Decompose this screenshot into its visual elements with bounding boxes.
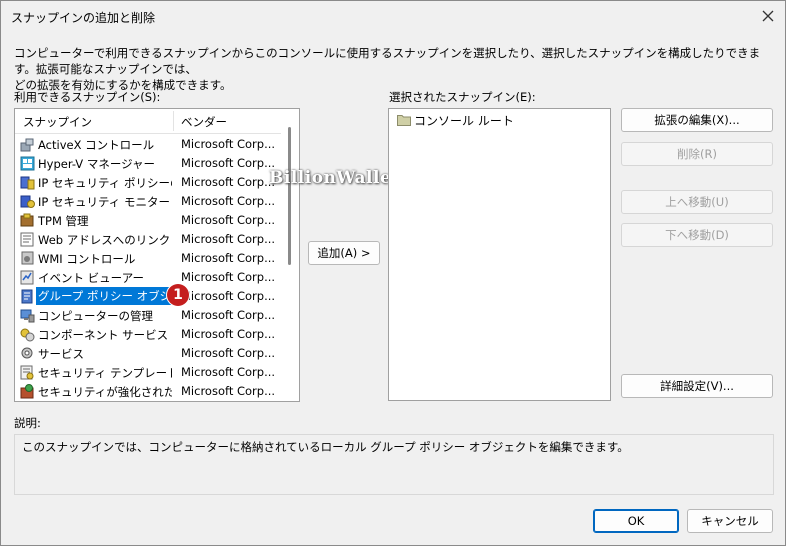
snapin-name: セキュリティが強化された ... <box>38 385 172 399</box>
snapin-row[interactable]: IP セキュリティ ポリシーの管... Microsoft Corp... <box>15 173 281 192</box>
snapin-name: WMI コントロール <box>38 252 136 266</box>
snapin-name: サービス <box>38 347 84 361</box>
snapin-name: Hyper-V マネージャー <box>38 157 156 171</box>
snapin-dialog: スナップインの追加と削除 コンピューターで利用できるスナップインからこのコンソー… <box>0 0 786 546</box>
ok-button[interactable]: OK <box>593 509 679 533</box>
add-button[interactable]: 追加(A) > <box>308 241 380 265</box>
move-down-button[interactable]: 下へ移動(D) <box>621 223 773 247</box>
available-snapins-list[interactable]: スナップイン ベンダー ActiveX コントロール Microsoft Corp… <box>14 108 300 402</box>
snapin-name: コンポーネント サービス <box>38 328 169 342</box>
firewall-icon <box>20 384 35 399</box>
snapin-row[interactable]: Web アドレスへのリンク Microsoft Corp... <box>15 230 281 249</box>
snapin-name: IP セキュリティ モニター <box>38 195 170 209</box>
console-root-label: コンソール ルート <box>414 114 514 128</box>
move-up-button[interactable]: 上へ移動(U) <box>621 190 773 214</box>
description-box: このスナップインでは、コンピューターに格納されているローカル グループ ポリシー… <box>14 434 774 495</box>
snapin-name: ActiveX コントロール <box>38 138 155 152</box>
snapin-vendor: Microsoft Corp... <box>181 137 276 151</box>
snapin-vendor: Microsoft Corp... <box>181 251 276 265</box>
snapin-vendor: Microsoft Corp... <box>181 346 276 360</box>
snapin-vendor: Microsoft Corp... <box>181 213 276 227</box>
snapin-vendor: Microsoft Corp... <box>181 175 276 189</box>
snapin-row[interactable]: グループ ポリシー オブジェク... Microsoft Corp... <box>15 287 281 306</box>
title-bar: スナップインの追加と削除 <box>1 1 785 31</box>
snapin-name: Web アドレスへのリンク <box>38 233 171 247</box>
annotation-badge: 1 <box>167 284 189 306</box>
snapin-vendor: Microsoft Corp... <box>181 384 276 398</box>
snapin-row[interactable]: IP セキュリティ モニター Microsoft Corp... <box>15 192 281 211</box>
snapin-row[interactable]: セキュリティ テンプレート Microsoft Corp... <box>15 363 281 382</box>
security-template-icon <box>20 365 35 380</box>
snapin-vendor: Microsoft Corp... <box>181 327 276 341</box>
description-text: このスナップインでは、コンピューターに格納されているローカル グループ ポリシー… <box>22 440 629 454</box>
services-icon <box>20 346 35 361</box>
component-services-icon <box>20 327 35 342</box>
window-title: スナップインの追加と削除 <box>11 11 156 25</box>
snapin-name: セキュリティ テンプレート <box>38 366 172 380</box>
column-header-vendor[interactable]: ベンダー <box>181 114 227 130</box>
snapin-rows: ActiveX コントロール Microsoft Corp... Hyper-V マ… <box>15 135 281 401</box>
event-viewer-icon <box>20 270 35 285</box>
snapin-name: コンピューターの管理 <box>38 309 153 323</box>
intro-text: コンピューターで利用できるスナップインからこのコンソールに使用するスナップインを… <box>14 45 774 93</box>
cancel-button[interactable]: キャンセル <box>687 509 773 533</box>
column-header-snapin[interactable]: スナップイン <box>23 114 92 130</box>
close-button[interactable] <box>755 4 781 28</box>
selected-snapins-list[interactable]: コンソール ルート <box>388 108 611 401</box>
folder-icon <box>397 115 411 126</box>
list-scrollbar[interactable] <box>282 109 298 401</box>
activex-icon <box>20 137 35 152</box>
snapin-name: TPM 管理 <box>38 214 89 228</box>
snapin-vendor: Microsoft Corp... <box>181 194 276 208</box>
snapin-vendor: Microsoft Corp... <box>181 289 276 303</box>
close-icon <box>762 10 774 22</box>
snapin-row[interactable]: サービス Microsoft Corp... <box>15 344 281 363</box>
advanced-button[interactable]: 詳細設定(V)... <box>621 374 773 398</box>
description-label: 説明: <box>14 416 41 430</box>
group-policy-icon <box>20 289 35 304</box>
snapin-row[interactable]: TPM 管理 Microsoft Corp... <box>15 211 281 230</box>
web-link-icon <box>20 232 35 247</box>
snapin-vendor: Microsoft Corp... <box>181 156 276 170</box>
snapin-row[interactable]: WMI コントロール Microsoft Corp... <box>15 249 281 268</box>
ip-security-monitor-icon <box>20 194 35 209</box>
snapin-name: IP セキュリティ ポリシーの管... <box>38 176 172 190</box>
list-header: スナップイン ベンダー <box>15 109 281 134</box>
intro-line-1: コンピューターで利用できるスナップインからこのコンソールに使用するスナップインを… <box>14 46 761 76</box>
snapin-row[interactable]: セキュリティが強化された ... Microsoft Corp... <box>15 382 281 401</box>
snapin-row[interactable]: Hyper-V マネージャー Microsoft Corp... <box>15 154 281 173</box>
snapin-vendor: Microsoft Corp... <box>181 308 276 322</box>
snapin-vendor: Microsoft Corp... <box>181 232 276 246</box>
snapin-row[interactable]: コンピューターの管理 Microsoft Corp... <box>15 306 281 325</box>
wmi-icon <box>20 251 35 266</box>
snapin-name: グループ ポリシー オブジェク... <box>36 287 176 305</box>
ip-security-policy-icon <box>20 175 35 190</box>
selected-snapins-label: 選択されたスナップイン(E): <box>389 90 536 104</box>
snapin-name: イベント ビューアー <box>38 271 145 285</box>
column-separator[interactable] <box>173 111 174 131</box>
snapin-vendor: Microsoft Corp... <box>181 270 276 284</box>
snapin-row[interactable]: イベント ビューアー Microsoft Corp... <box>15 268 281 287</box>
hyperv-icon <box>20 156 35 171</box>
computer-management-icon <box>20 308 35 323</box>
edit-extensions-button[interactable]: 拡張の編集(X)... <box>621 108 773 132</box>
tpm-icon <box>20 213 35 228</box>
snapin-vendor: Microsoft Corp... <box>181 365 276 379</box>
snapin-row[interactable]: ActiveX コントロール Microsoft Corp... <box>15 135 281 154</box>
snapin-row[interactable]: コンポーネント サービス Microsoft Corp... <box>15 325 281 344</box>
remove-button[interactable]: 削除(R) <box>621 142 773 166</box>
available-snapins-label: 利用できるスナップイン(S): <box>14 90 161 104</box>
scrollbar-thumb[interactable] <box>288 127 291 265</box>
